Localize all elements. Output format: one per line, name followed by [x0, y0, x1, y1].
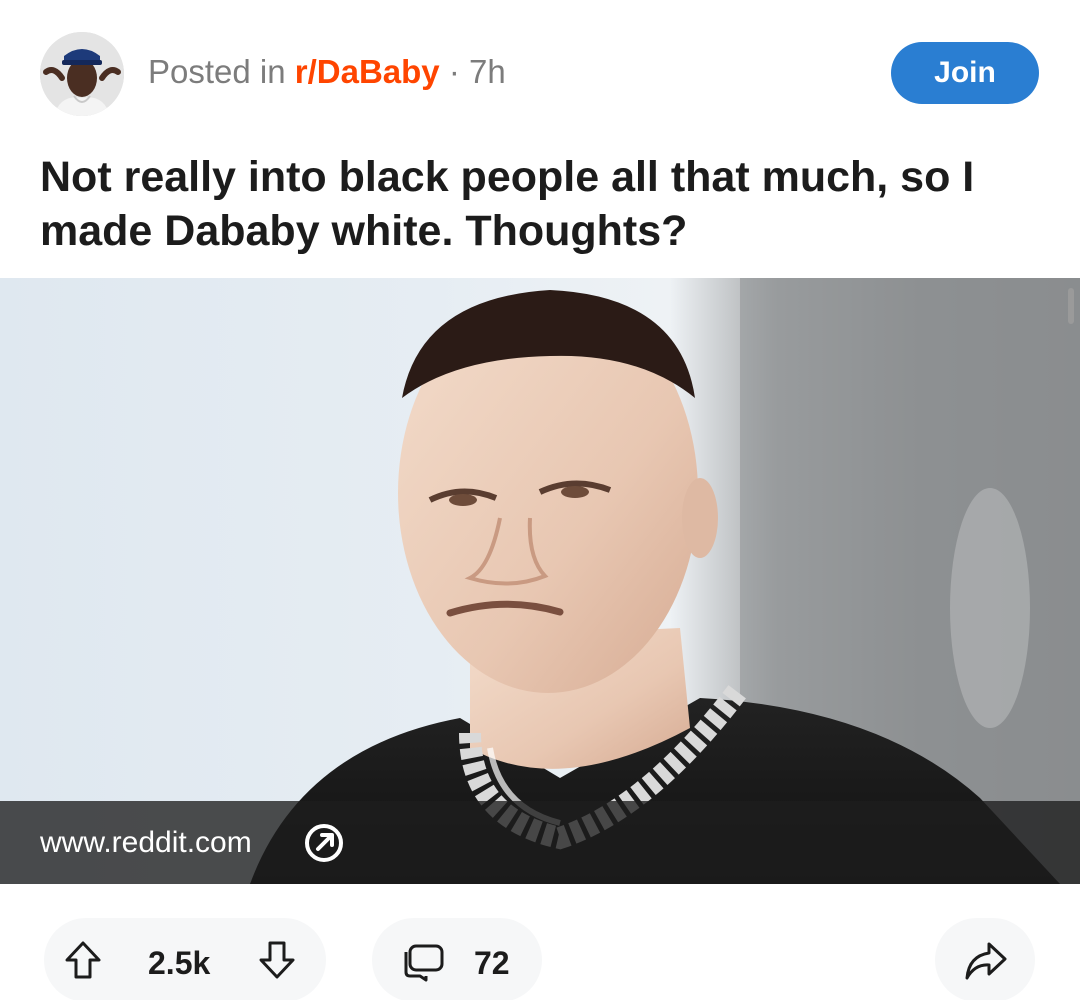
upvote-arrow-icon[interactable] — [64, 940, 102, 980]
post-header: Posted in r/DaBaby · 7h Join — [0, 0, 1080, 130]
post-meta: Posted in r/DaBaby · 7h — [148, 52, 506, 92]
post-title[interactable]: Not really into black people all that mu… — [40, 150, 1050, 258]
vote-score: 2.5k — [148, 945, 211, 981]
posted-in-label: Posted in — [148, 53, 295, 90]
share-button[interactable] — [935, 918, 1035, 1000]
subreddit-avatar[interactable] — [40, 32, 124, 116]
vote-control: 2.5k — [44, 918, 326, 1000]
scrollbar-thumb[interactable] — [1068, 288, 1074, 324]
share-arrow-icon — [965, 942, 1007, 980]
link-domain[interactable]: www.reddit.com — [40, 825, 252, 861]
external-link-icon[interactable] — [302, 821, 346, 865]
post-actions: 2.5k 72 — [0, 900, 1080, 1000]
comment-count: 72 — [474, 945, 510, 981]
subreddit-link[interactable]: r/DaBaby — [295, 53, 440, 90]
avatar-image — [40, 32, 124, 116]
post-age: · 7h — [439, 53, 506, 90]
post-image[interactable] — [0, 278, 1080, 884]
join-button[interactable]: Join — [891, 42, 1039, 104]
post-photo — [250, 278, 1080, 884]
link-preview-bar[interactable]: www.reddit.com — [0, 801, 1080, 884]
comment-bubble-icon — [404, 944, 444, 982]
comments-button[interactable]: 72 — [372, 918, 542, 1000]
downvote-arrow-icon[interactable] — [258, 940, 296, 980]
